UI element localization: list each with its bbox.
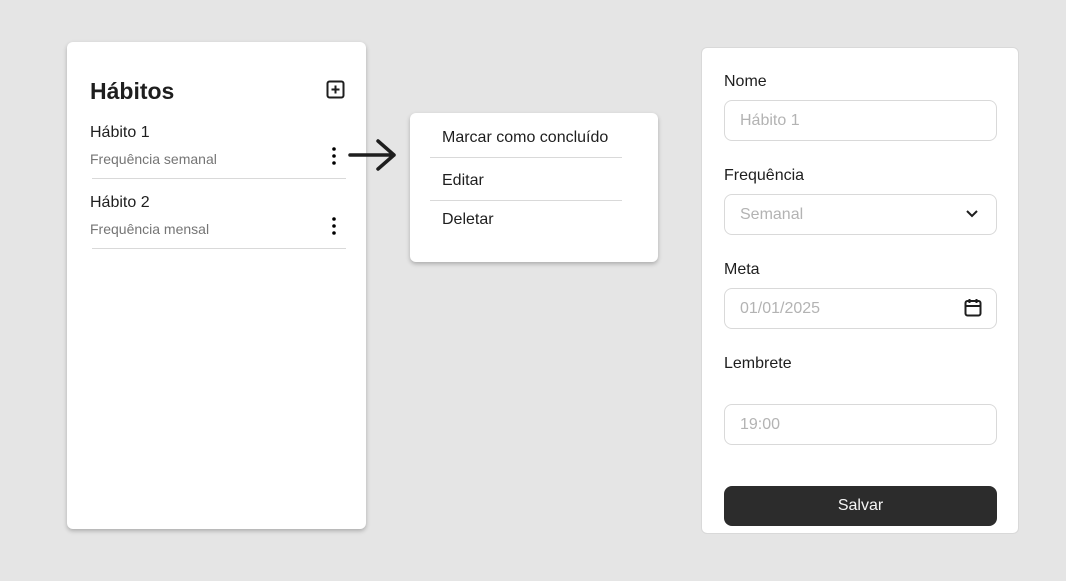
habit-form: Nome Frequência Semanal Meta Lembrete Sa… (701, 47, 1019, 534)
habit-frequency: Frequência mensal (90, 221, 210, 237)
reminder-input[interactable] (724, 404, 997, 445)
menu-item-delete[interactable]: Deletar (442, 211, 494, 229)
arrow-right-icon (348, 139, 396, 171)
more-vertical-icon[interactable] (330, 216, 338, 236)
name-input[interactable] (724, 100, 997, 141)
divider (92, 248, 346, 249)
frequency-label: Frequência (724, 167, 805, 184)
divider (92, 178, 346, 179)
calendar-icon[interactable] (964, 298, 982, 317)
name-label: Nome (724, 73, 767, 90)
habit-name: Hábito 2 (90, 194, 150, 211)
list-item[interactable]: Hábito 1 Frequência semanal (90, 124, 346, 196)
context-menu: Marcar como concluído Editar Deletar (410, 113, 658, 262)
frequency-value: Semanal (740, 206, 804, 223)
page-title: Hábitos (90, 78, 175, 104)
save-button[interactable]: Salvar (724, 486, 997, 526)
habit-frequency: Frequência semanal (90, 151, 217, 167)
divider (430, 157, 622, 158)
more-vertical-icon[interactable] (330, 146, 338, 166)
menu-item-edit[interactable]: Editar (442, 172, 484, 190)
habits-list-card: Hábitos Hábito 1 Frequência semanal Hábi… (67, 42, 366, 529)
chevron-down-icon (966, 210, 978, 218)
habit-name: Hábito 1 (90, 124, 150, 141)
goal-label: Meta (724, 261, 760, 278)
list-item[interactable]: Hábito 2 Frequência mensal (90, 194, 346, 266)
divider (430, 200, 622, 201)
frequency-select[interactable]: Semanal (724, 194, 997, 235)
reminder-label: Lembrete (724, 355, 792, 372)
plus-square-icon[interactable] (326, 80, 345, 99)
goal-date-input[interactable] (724, 288, 997, 329)
menu-item-mark-done[interactable]: Marcar como concluído (442, 129, 608, 147)
